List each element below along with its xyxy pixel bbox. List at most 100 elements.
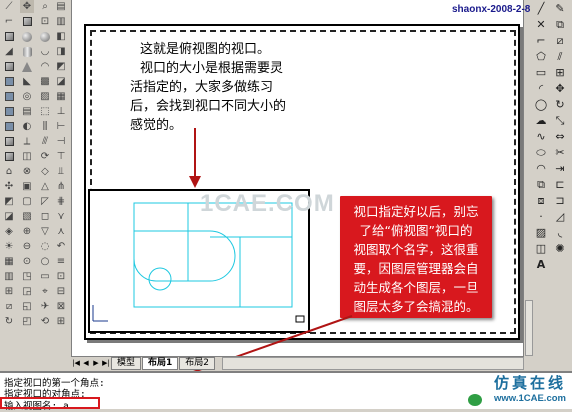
scale-icon[interactable]: ⤡ <box>553 114 567 127</box>
revolve-icon[interactable]: ◐ <box>20 120 34 133</box>
rotate-icon[interactable]: ↻ <box>553 98 567 111</box>
mirror-icon[interactable]: ⧄ <box>2 300 16 313</box>
rotate-3d-icon[interactable]: ↻ <box>2 315 16 328</box>
orbit-icon[interactable]: ✣ <box>2 180 16 193</box>
last-tab-icon[interactable]: ▶| <box>101 359 111 367</box>
pan-icon[interactable]: ✥ <box>20 0 34 13</box>
dome-icon[interactable]: ◠ <box>38 60 52 73</box>
dish-icon[interactable]: ◡ <box>38 45 52 58</box>
union-icon[interactable]: ⊕ <box>20 225 34 238</box>
insert-icon[interactable]: ⧉ <box>534 178 548 191</box>
point-icon[interactable]: · <box>534 210 548 223</box>
ucs-3point-icon[interactable]: ⋔ <box>54 180 68 193</box>
vertical-scrollbar[interactable] <box>525 300 533 356</box>
copy-icon[interactable]: ⧉ <box>553 18 567 31</box>
mirror-icon[interactable]: ⧄ <box>553 34 567 47</box>
sphere-surface-icon[interactable]: ○ <box>38 255 52 268</box>
ucs-view-icon[interactable]: ⊡ <box>54 270 68 283</box>
shade-icon[interactable]: ◩ <box>2 195 16 208</box>
walk-icon[interactable]: ⌖ <box>38 285 52 298</box>
array-icon[interactable]: ⊞ <box>2 285 16 298</box>
camera-2-icon[interactable]: ▭ <box>38 270 52 283</box>
prev-tab-icon[interactable]: ◀ <box>81 359 91 367</box>
ruled-surface-icon[interactable]: ⫼ <box>38 120 52 133</box>
setup-profile-icon[interactable]: ▧ <box>20 210 34 223</box>
circle-icon[interactable]: ◯ <box>534 98 548 111</box>
ucs-previous-icon[interactable]: ↶ <box>54 240 68 253</box>
polygon-icon[interactable]: ⬠ <box>534 50 548 63</box>
section-icon[interactable]: ◫ <box>20 150 34 163</box>
view-bottom-icon[interactable]: ▥ <box>54 15 68 28</box>
zoom-icon[interactable]: ⌕ <box>38 0 52 13</box>
box-icon[interactable] <box>2 30 16 43</box>
torus-icon[interactable]: ◎ <box>20 90 34 103</box>
ucs-object-icon[interactable]: ⊢ <box>54 120 68 133</box>
revcloud-icon[interactable]: ☁ <box>534 114 548 127</box>
view-top-icon[interactable]: ▤ <box>54 0 68 13</box>
tabulated-surface-icon[interactable]: ⫻ <box>38 135 52 148</box>
extend-icon[interactable]: ⇥ <box>553 162 567 175</box>
wedge-icon[interactable]: ◢ <box>2 45 16 58</box>
subtract-icon[interactable]: ⊖ <box>20 240 34 253</box>
ucs-world-icon[interactable]: ⊥ <box>54 105 68 118</box>
line-icon[interactable]: ⟋ <box>2 0 16 13</box>
polyline-icon[interactable]: ⌐ <box>534 34 548 47</box>
ucs-manager-icon[interactable]: ⊞ <box>54 315 68 328</box>
pyramid-icon[interactable]: △ <box>38 180 52 193</box>
torus-surface-icon[interactable]: ◌ <box>38 240 52 253</box>
body-icon[interactable]: ◱ <box>20 300 34 313</box>
swivel-icon[interactable]: ⟲ <box>38 315 52 328</box>
ucs-icon[interactable]: ⌐ <box>2 15 16 28</box>
fly-icon[interactable]: ✈ <box>38 300 52 313</box>
box-surface-icon[interactable]: ◻ <box>38 210 52 223</box>
setup-drawing-icon[interactable]: ▣ <box>20 180 34 193</box>
array-icon[interactable]: ⊞ <box>553 66 567 79</box>
move-icon[interactable]: ✥ <box>553 82 567 95</box>
erase-icon[interactable]: ✎ <box>553 2 567 15</box>
arc-icon[interactable]: ◜ <box>534 82 548 95</box>
hatch-icon[interactable]: ▨ <box>534 226 548 239</box>
wedge-solid-icon[interactable]: ◣ <box>20 75 34 88</box>
ucs-named-icon[interactable]: ≡ <box>54 255 68 268</box>
stretch-icon[interactable]: ⇔ <box>553 130 567 143</box>
iso-view-icon[interactable] <box>2 135 16 148</box>
mesh-icon[interactable]: ▩ <box>38 75 52 88</box>
cone-surface-icon[interactable]: ▽ <box>38 225 52 238</box>
view-right-icon[interactable] <box>2 120 16 133</box>
view-front-icon[interactable] <box>2 75 16 88</box>
setup-view-icon[interactable]: ▢ <box>20 195 34 208</box>
explode-icon[interactable]: ✺ <box>553 242 567 255</box>
3dface-icon[interactable]: ◇ <box>38 165 52 178</box>
view-back-icon[interactable] <box>2 90 16 103</box>
box-solid-icon[interactable] <box>20 15 34 28</box>
first-tab-icon[interactable]: |◀ <box>71 359 81 367</box>
slice-icon[interactable]: ⟂ <box>20 135 34 148</box>
interfere-icon[interactable]: ⊗ <box>20 165 34 178</box>
sphere-2-icon[interactable] <box>38 30 52 43</box>
ucs-settings-icon[interactable]: ⊠ <box>54 300 68 313</box>
view-ne-icon[interactable]: ◩ <box>54 60 68 73</box>
iso-view-2-icon[interactable] <box>2 150 16 163</box>
view-nw-icon[interactable]: ◪ <box>54 75 68 88</box>
rectangle-icon[interactable]: ▭ <box>534 66 548 79</box>
ucs-preset-icon[interactable]: ⊟ <box>54 285 68 298</box>
region-icon[interactable]: ◫ <box>534 242 548 255</box>
cube-icon[interactable] <box>2 60 16 73</box>
ucs-apply-icon[interactable]: ⋏ <box>54 225 68 238</box>
hide-icon[interactable]: ◪ <box>2 210 16 223</box>
render-icon[interactable]: ◈ <box>2 225 16 238</box>
named-views-icon[interactable]: ▦ <box>54 90 68 103</box>
block-icon[interactable]: ⧈ <box>534 194 548 207</box>
tab-layout2[interactable]: 布局2 <box>179 356 216 370</box>
ucs-x-icon[interactable]: ⋕ <box>54 195 68 208</box>
scene-icon[interactable]: ▦ <box>2 255 16 268</box>
separate-icon[interactable]: ◰ <box>20 315 34 328</box>
offset-icon[interactable]: ⫽ <box>553 50 567 63</box>
plan-view-icon[interactable]: ⊡ <box>38 15 52 28</box>
line-icon[interactable]: ╱ <box>534 2 548 15</box>
ellipse-arc-icon[interactable]: ◠ <box>534 162 548 175</box>
next-tab-icon[interactable]: ▶ <box>91 359 101 367</box>
intersect-icon[interactable]: ⊙ <box>20 255 34 268</box>
edge-surface-icon[interactable]: ⬚ <box>38 105 52 118</box>
ellipse-icon[interactable]: ⬭ <box>534 146 548 159</box>
